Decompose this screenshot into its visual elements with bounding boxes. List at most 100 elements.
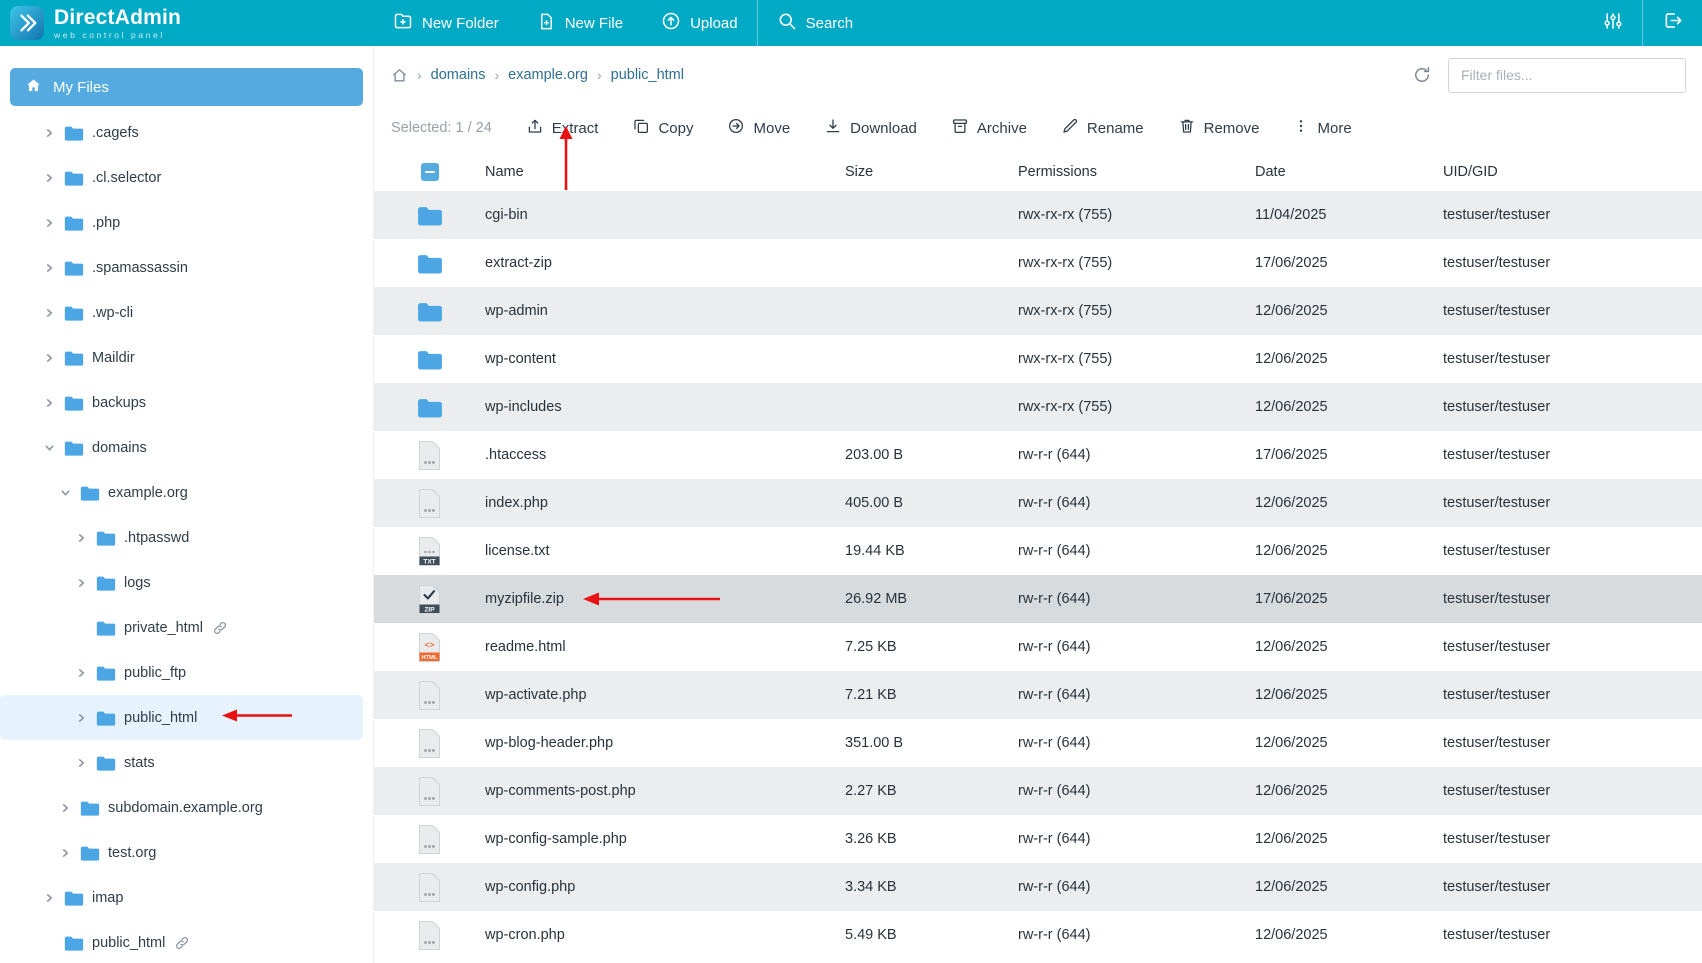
chevron-right-icon[interactable] bbox=[42, 891, 56, 905]
chevron-right-icon[interactable] bbox=[58, 846, 72, 860]
column-header-name[interactable]: Name bbox=[485, 164, 845, 180]
file-uid: testuser/testuser bbox=[1443, 639, 1551, 655]
file-uid: testuser/testuser bbox=[1443, 255, 1551, 271]
sidebar-item-backups[interactable]: backups bbox=[0, 380, 363, 425]
chevron-right-icon[interactable] bbox=[74, 531, 88, 545]
settings-sliders-button[interactable] bbox=[1584, 0, 1642, 46]
new-folder-label: New Folder bbox=[422, 14, 499, 32]
table-row-htaccess[interactable]: .htaccess 203.00 B rw-r-r (644) 17/06/2025 t… bbox=[374, 431, 1702, 479]
table-row-wp-cron-php[interactable]: wp-cron.php 5.49 KB rw-r-r (644) 12/06/2025… bbox=[374, 911, 1702, 959]
sidebar-item-example-org[interactable]: example.org bbox=[0, 470, 363, 515]
sidebar-item-wp-cli[interactable]: .wp-cli bbox=[0, 290, 363, 335]
table-row-wp-comments-post-php[interactable]: wp-comments-post.php 2.27 KB rw-r-r (644) 1… bbox=[374, 767, 1702, 815]
sidebar-item-public-html[interactable]: public_html bbox=[0, 920, 363, 963]
copy-button[interactable]: Copy bbox=[632, 117, 693, 139]
file-size: 3.34 KB bbox=[845, 879, 897, 895]
breadcrumb-example-org[interactable]: example.org bbox=[508, 67, 588, 83]
sidebar-item-cagefs[interactable]: .cagefs bbox=[0, 110, 363, 155]
file-size: 5.49 KB bbox=[845, 927, 897, 943]
sidebar-item-htpasswd[interactable]: .htpasswd bbox=[0, 515, 363, 560]
download-button[interactable]: Download bbox=[824, 117, 917, 139]
table-row-license-txt[interactable]: TXT license.txt 19.44 KB rw-r-r (644) 12/06/… bbox=[374, 527, 1702, 575]
sidebar-item-imap[interactable]: imap bbox=[0, 875, 363, 920]
sidebar-item-maildir[interactable]: Maildir bbox=[0, 335, 363, 380]
sidebar-item-my-files[interactable]: My Files bbox=[10, 68, 363, 106]
table-row-myzipfile-zip[interactable]: ZIP myzipfile.zip 26.92 MB rw-r-r (644) 17/0… bbox=[374, 575, 1702, 623]
chevron-right-icon[interactable] bbox=[42, 261, 56, 275]
column-header-permissions[interactable]: Permissions bbox=[1018, 164, 1255, 180]
table-row-wp-content[interactable]: wp-content rwx-rx-rx (755) 12/06/2025 testu… bbox=[374, 335, 1702, 383]
search-button[interactable]: Search bbox=[758, 0, 873, 46]
sidebar-item-subdomain-example-org[interactable]: subdomain.example.org bbox=[0, 785, 363, 830]
logout-button[interactable] bbox=[1643, 0, 1702, 46]
column-header-size[interactable]: Size bbox=[845, 164, 1018, 180]
sidebar-item-public-ftp[interactable]: public_ftp bbox=[0, 650, 363, 695]
table-row-cgi-bin[interactable]: cgi-bin rwx-rx-rx (755) 11/04/2025 testuser… bbox=[374, 191, 1702, 239]
filter-files-input[interactable] bbox=[1448, 57, 1686, 93]
chevron-right-icon[interactable] bbox=[74, 666, 88, 680]
chevron-right-icon[interactable] bbox=[42, 396, 56, 410]
breadcrumb-public-html[interactable]: public_html bbox=[611, 67, 684, 83]
folder-icon bbox=[64, 260, 84, 276]
file-file-icon bbox=[417, 488, 442, 519]
extract-button[interactable]: Extract bbox=[526, 117, 598, 139]
table-row-index-php[interactable]: index.php 405.00 B rw-r-r (644) 12/06/2025 t… bbox=[374, 479, 1702, 527]
chevron-down-icon[interactable] bbox=[58, 486, 72, 500]
column-header-date[interactable]: Date bbox=[1255, 164, 1443, 180]
sidebar-item-logs[interactable]: logs bbox=[0, 560, 363, 605]
table-row-readme-html[interactable]: <> HTML readme.html 7.25 KB rw-r-r (644) 12/0… bbox=[374, 623, 1702, 671]
upload-button[interactable]: Upload bbox=[642, 0, 757, 46]
file-name: wp-admin bbox=[485, 303, 548, 319]
breadcrumb-domains[interactable]: domains bbox=[431, 67, 486, 83]
chevron-right-icon[interactable] bbox=[42, 216, 56, 230]
chevron-right-icon[interactable] bbox=[42, 126, 56, 140]
chevron-right-icon[interactable] bbox=[58, 801, 72, 815]
breadcrumb-home-icon[interactable] bbox=[391, 67, 408, 84]
rename-button[interactable]: Rename bbox=[1061, 117, 1144, 139]
select-all-checkbox[interactable] bbox=[420, 162, 439, 181]
column-header-uid[interactable]: UID/GID bbox=[1443, 164, 1702, 180]
upload-label: Upload bbox=[690, 14, 738, 32]
chevron-right-icon[interactable] bbox=[74, 711, 88, 725]
file-date: 12/06/2025 bbox=[1255, 831, 1328, 847]
table-row-wp-admin[interactable]: wp-admin rwx-rx-rx (755) 12/06/2025 testuse… bbox=[374, 287, 1702, 335]
file-name: wp-config.php bbox=[485, 879, 576, 895]
remove-button[interactable]: Remove bbox=[1178, 117, 1259, 139]
refresh-icon[interactable] bbox=[1412, 65, 1432, 85]
table-row-wp-activate-php[interactable]: wp-activate.php 7.21 KB rw-r-r (644) 12/06/… bbox=[374, 671, 1702, 719]
table-row-extract-zip[interactable]: extract-zip rwx-rx-rx (755) 17/06/2025 test… bbox=[374, 239, 1702, 287]
sidebar-item-stats[interactable]: stats bbox=[0, 740, 363, 785]
chevron-right-icon[interactable] bbox=[74, 756, 88, 770]
folder-icon bbox=[417, 349, 443, 370]
table-row-wp-includes[interactable]: wp-includes rwx-rx-rx (755) 12/06/2025 test… bbox=[374, 383, 1702, 431]
chevron-right-icon[interactable] bbox=[42, 306, 56, 320]
sidebar-item-label: subdomain.example.org bbox=[108, 799, 263, 816]
table-row-wp-blog-header-php[interactable]: wp-blog-header.php 351.00 B rw-r-r (644) 12… bbox=[374, 719, 1702, 767]
file-date: 12/06/2025 bbox=[1255, 543, 1328, 559]
file-permissions: rwx-rx-rx (755) bbox=[1018, 303, 1113, 319]
sidebar-item-domains[interactable]: domains bbox=[0, 425, 363, 470]
table-row-wp-config-php[interactable]: wp-config.php 3.34 KB rw-r-r (644) 12/06/20… bbox=[374, 863, 1702, 911]
file-uid: testuser/testuser bbox=[1443, 447, 1551, 463]
upload-icon bbox=[661, 11, 681, 35]
sidebar-item-public-html[interactable]: public_html bbox=[0, 695, 363, 740]
sidebar-item-test-org[interactable]: test.org bbox=[0, 830, 363, 875]
sidebar-item-php[interactable]: .php bbox=[0, 200, 363, 245]
file-permissions: rw-r-r (644) bbox=[1018, 879, 1091, 895]
chevron-right-icon[interactable] bbox=[42, 351, 56, 365]
archive-button[interactable]: Archive bbox=[951, 117, 1027, 139]
move-button[interactable]: Move bbox=[727, 117, 790, 139]
chevron-right-icon[interactable] bbox=[74, 576, 88, 590]
more-button[interactable]: More bbox=[1293, 118, 1352, 138]
chevron-right-icon[interactable] bbox=[42, 171, 56, 185]
new-file-button[interactable]: New File bbox=[518, 0, 642, 46]
sidebar-item-label: .cl.selector bbox=[92, 169, 162, 186]
table-row-wp-config-sample-php[interactable]: wp-config-sample.php 3.26 KB rw-r-r (644) 1… bbox=[374, 815, 1702, 863]
folder-icon bbox=[80, 800, 100, 816]
sidebar-item-label: .spamassassin bbox=[92, 259, 188, 276]
chevron-down-icon[interactable] bbox=[42, 441, 56, 455]
sidebar-item-spamassassin[interactable]: .spamassassin bbox=[0, 245, 363, 290]
sidebar-item-cl-selector[interactable]: .cl.selector bbox=[0, 155, 363, 200]
new-folder-button[interactable]: New Folder bbox=[374, 0, 518, 46]
sidebar-item-private-html[interactable]: private_html bbox=[0, 605, 363, 650]
